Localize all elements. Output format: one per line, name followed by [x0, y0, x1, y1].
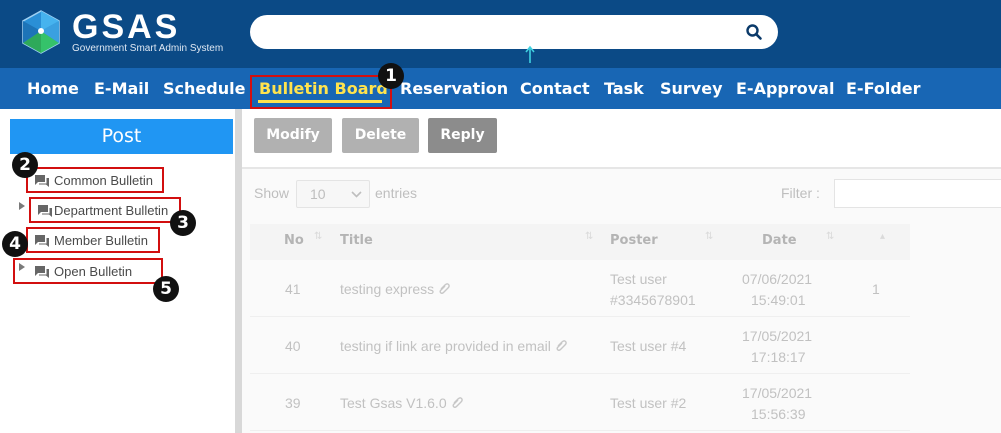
nav-e-folder[interactable]: E-Folder: [846, 68, 921, 109]
cell-time: 15:56:39: [751, 406, 806, 422]
sidebar-item-member-bulletin[interactable]: Member Bulletin: [26, 227, 160, 253]
highlight-box-bulletin-board: [250, 75, 392, 109]
chat-icon: [38, 205, 52, 217]
filter-label: Filter :: [781, 185, 820, 201]
table-header: No ⇅ Title ⇅ Poster ⇅ Date ⇅ ▴: [250, 224, 910, 260]
sort-icon[interactable]: ⇅: [826, 231, 834, 242]
sidebar-item-department-bulletin[interactable]: Department Bulletin: [29, 197, 181, 223]
table-row[interactable]: 41 testing express Test user #3345678901…: [250, 261, 910, 317]
nav-home[interactable]: Home: [27, 68, 79, 109]
nav-survey[interactable]: Survey: [660, 68, 723, 109]
attachment-icon: [556, 340, 567, 351]
gsas-logo[interactable]: GSAS Government Smart Admin System: [18, 9, 228, 59]
sidebar-item-open-bulletin[interactable]: Open Bulletin: [13, 258, 163, 284]
attachment-icon: [452, 397, 463, 408]
sidebar-item-label: Open Bulletin: [54, 264, 133, 279]
cell-poster: Test user #4: [610, 338, 687, 354]
column-header-poster[interactable]: Poster: [610, 233, 658, 248]
main-nav: Home E-Mail Schedule Bulletin Board Rese…: [0, 68, 1001, 109]
filter-input[interactable]: [834, 179, 1001, 208]
reply-button[interactable]: Reply: [428, 118, 497, 153]
sidebar-item-label: Member Bulletin: [54, 233, 148, 248]
cell-time: 15:49:01: [751, 292, 806, 308]
sort-icon[interactable]: ⇅: [705, 231, 713, 242]
bulletin-table-area: Show 10 entries Filter : No ⇅ Title ⇅ Po…: [242, 169, 1001, 433]
cell-date: 17/05/2021: [742, 385, 813, 401]
cell-poster: Test user: [610, 271, 667, 287]
cell-extra: 1: [872, 281, 880, 297]
chevron-down-icon: [351, 191, 362, 198]
cell-title[interactable]: Test Gsas V1.6.0: [340, 394, 463, 413]
up-arrow-icon: [525, 45, 535, 63]
search-icon[interactable]: [745, 23, 763, 41]
cell-title-text: Test Gsas V1.6.0: [340, 395, 447, 411]
column-header-no[interactable]: No: [284, 233, 304, 248]
table-row[interactable]: 40 testing if link are provided in email…: [250, 318, 910, 374]
brand-tagline: Government Smart Admin System: [72, 43, 224, 54]
entries-value: 10: [310, 186, 326, 202]
cell-title[interactable]: testing if link are provided in email: [340, 337, 567, 356]
expand-caret-icon[interactable]: [19, 202, 25, 210]
table-row[interactable]: 39 Test Gsas V1.6.0 Test user #2 17/05/2…: [250, 375, 910, 431]
nav-contact[interactable]: Contact: [520, 68, 590, 109]
step-badge-1: 1: [378, 63, 404, 89]
cell-no: 39: [285, 395, 301, 411]
app-window: GSAS Government Smart Admin System Home …: [0, 0, 1001, 433]
chat-icon: [35, 266, 49, 278]
nav-reservation[interactable]: Reservation: [400, 68, 508, 109]
cell-date: 07/06/2021: [742, 271, 813, 287]
logo-globe-icon: [22, 10, 60, 54]
sidebar-item-label: Common Bulletin: [54, 173, 153, 188]
brand-name: GSAS: [72, 8, 181, 46]
show-label: Show: [254, 185, 290, 201]
column-header-title[interactable]: Title: [340, 233, 373, 248]
chat-icon: [35, 175, 49, 187]
step-badge-4: 4: [2, 231, 28, 257]
step-badge-2: 2: [12, 152, 38, 178]
cell-no: 41: [285, 281, 301, 297]
cell-title[interactable]: testing express: [340, 280, 451, 299]
nav-schedule[interactable]: Schedule: [163, 68, 245, 109]
modify-button[interactable]: Modify: [254, 118, 332, 153]
nav-email[interactable]: E-Mail: [94, 68, 149, 109]
column-header-date[interactable]: Date: [762, 233, 797, 248]
attachment-icon: [439, 283, 451, 294]
cell-time: 17:18:17: [751, 349, 806, 365]
sidebar-item-common-bulletin[interactable]: Common Bulletin: [26, 167, 164, 193]
cell-no: 40: [285, 338, 301, 354]
nav-task[interactable]: Task: [604, 68, 644, 109]
sort-icon[interactable]: ⇅: [585, 231, 593, 242]
pane-divider[interactable]: [235, 109, 242, 433]
step-badge-3: 3: [170, 210, 196, 236]
entries-label: entries: [375, 185, 418, 201]
search-input[interactable]: [250, 15, 778, 49]
nav-e-approval[interactable]: E-Approval: [736, 68, 834, 109]
step-badge-5: 5: [153, 276, 179, 302]
cell-poster-id: #3345678901: [610, 292, 696, 308]
cell-title-text: testing express: [340, 281, 435, 297]
post-button[interactable]: Post: [10, 119, 233, 154]
delete-button[interactable]: Delete: [342, 118, 419, 153]
chat-icon: [35, 235, 49, 247]
cell-poster: Test user #2: [610, 395, 687, 411]
cell-date: 17/05/2021: [742, 328, 813, 344]
cell-title-text: testing if link are provided in email: [340, 338, 551, 354]
entries-select[interactable]: 10: [296, 180, 370, 208]
sort-icon[interactable]: ⇅: [314, 231, 322, 242]
sort-icon[interactable]: ▴: [880, 231, 885, 242]
top-header: GSAS Government Smart Admin System: [0, 0, 1001, 68]
sidebar-item-label: Department Bulletin: [54, 203, 169, 218]
